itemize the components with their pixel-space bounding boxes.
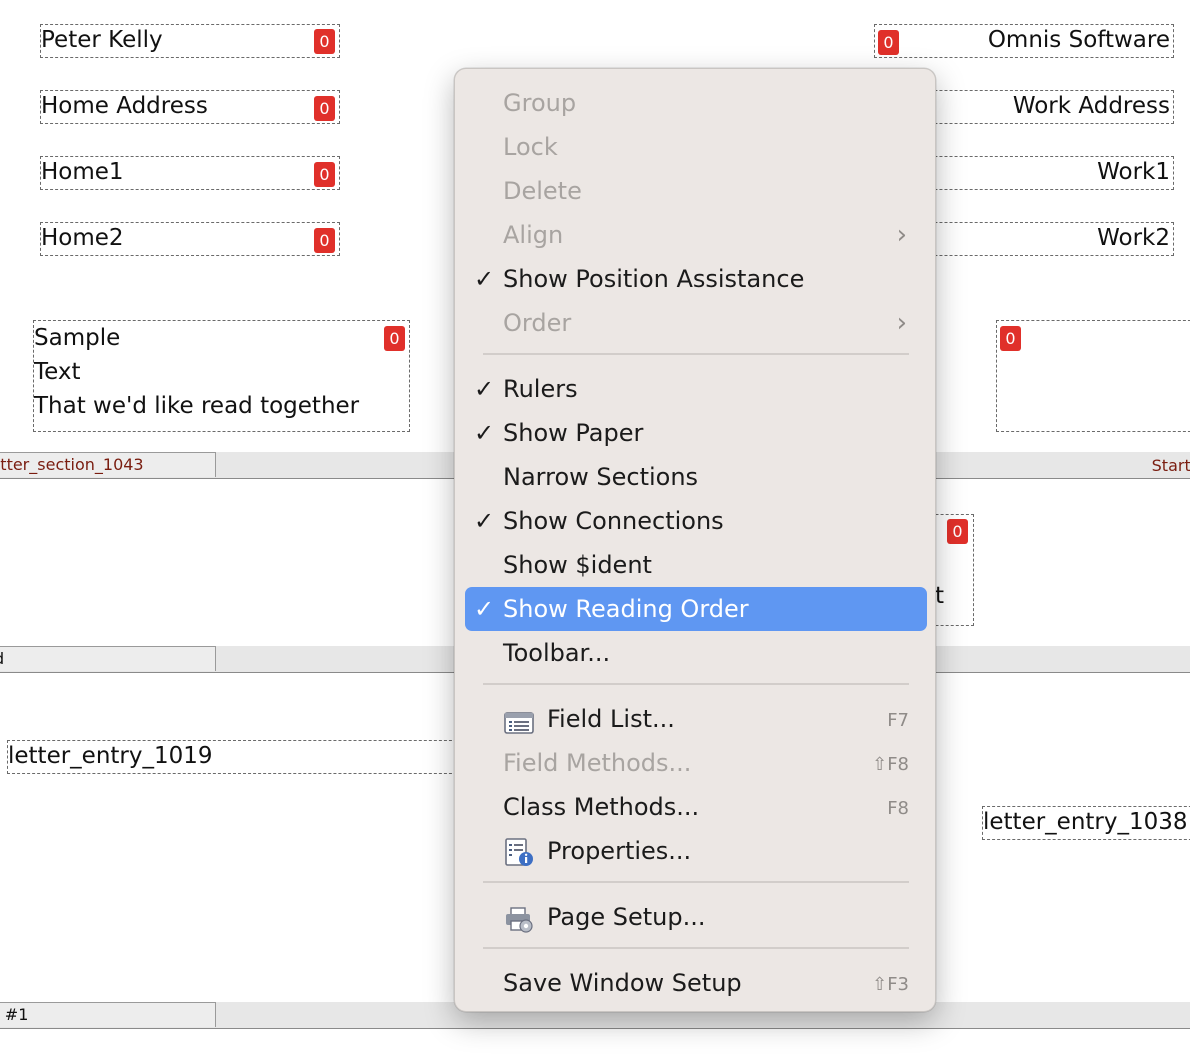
menu-item-label: Field List... [547, 705, 675, 733]
reading-order-badge: 0 [878, 30, 899, 55]
menu-item-label: Delete [503, 177, 582, 205]
menu-item-delete[interactable]: Delete [465, 169, 927, 213]
sample-line: Text [34, 359, 81, 385]
section-label: d [0, 649, 4, 668]
sample-line: Sample [34, 325, 121, 351]
menu-item-shortcut: F7 [887, 710, 909, 731]
menu-item-show-reading-order[interactable]: ✓ Show Reading Order [465, 587, 927, 631]
field-home-address[interactable]: Home Address 0 [40, 90, 340, 124]
reading-order-badge: 0 [384, 326, 405, 351]
reading-order-badge: 0 [314, 162, 335, 187]
menu-item-field-methods[interactable]: Field Methods... ⇧F8 [465, 741, 927, 785]
field-company-text: Omnis Software [987, 27, 1170, 53]
menu-item-toolbar[interactable]: Toolbar... [465, 631, 927, 675]
field-list-icon [503, 706, 535, 734]
menu-item-show-position-assistance[interactable]: ✓ Show Position Assistance [465, 257, 927, 301]
field-home2-text: Home2 [41, 225, 124, 251]
section-label: Totals #1 [0, 1005, 29, 1024]
field-letter-entry-1038[interactable]: letter_entry_1038 [982, 806, 1190, 840]
menu-item-label: Show Connections [503, 507, 724, 535]
menu-item-shortcut: F8 [887, 798, 909, 819]
menu-separator [483, 683, 909, 685]
menu-item-label: Show Paper [503, 419, 644, 447]
field-name[interactable]: Peter Kelly 0 [40, 24, 340, 58]
section-tab[interactable]: d [0, 646, 216, 671]
chevron-right-icon: › [896, 308, 907, 338]
menu-item-order[interactable]: Order › [465, 301, 927, 345]
menu-item-properties[interactable]: Properties... [465, 829, 927, 873]
menu-item-show-connections[interactable]: ✓ Show Connections [465, 499, 927, 543]
menu-item-label: Lock [503, 133, 558, 161]
menu-item-page-setup[interactable]: Page Setup... [465, 895, 927, 939]
menu-separator [483, 947, 909, 949]
menu-item-label: Show Position Assistance [503, 265, 805, 293]
menu-item-show-paper[interactable]: ✓ Show Paper [465, 411, 927, 455]
checkmark-icon: ✓ [473, 265, 495, 293]
menu-item-label: Toolbar... [503, 639, 611, 667]
sample-text-lines: Sample Text That we'd like read together [34, 321, 359, 423]
menu-separator [483, 881, 909, 883]
reading-order-badge: 0 [314, 29, 335, 54]
field-work2-text: Work2 [1097, 225, 1170, 251]
menu-item-shortcut: ⇧F3 [872, 974, 909, 995]
menu-item-shortcut: ⇧F8 [872, 754, 909, 775]
checkmark-icon: ✓ [473, 507, 495, 535]
reading-order-badge: 0 [314, 96, 335, 121]
menu-separator [483, 353, 909, 355]
field-letter-entry-1019[interactable]: letter_entry_1019 [7, 740, 467, 774]
field-work1-text: Work1 [1097, 159, 1170, 185]
menu-item-label: Narrow Sections [503, 463, 699, 491]
field-partial-text: t [935, 583, 945, 609]
field-home2[interactable]: Home2 0 [40, 222, 340, 256]
section-label: letter_section_1043 [0, 455, 144, 474]
chevron-right-icon: › [896, 220, 907, 250]
menu-item-show-ident[interactable]: Show $ident [465, 543, 927, 587]
context-menu: Group Lock Delete Align › ✓ Show Positio… [454, 68, 936, 1012]
field-name-text: Peter Kelly [41, 27, 163, 53]
printer-icon [503, 904, 535, 933]
sample-line: That we'd like read together [34, 393, 360, 419]
menu-item-label: Rulers [503, 375, 578, 403]
menu-item-label: Show $ident [503, 551, 652, 579]
field-sample-text[interactable]: Sample Text That we'd like read together… [33, 320, 410, 432]
menu-item-group[interactable]: Group [465, 81, 927, 125]
field-empty-right[interactable]: 0 [996, 320, 1190, 432]
reading-order-badge: 0 [947, 519, 968, 544]
menu-item-label: Group [503, 89, 577, 117]
field-home1-text: Home1 [41, 159, 124, 185]
field-home-address-text: Home Address [41, 93, 208, 119]
menu-item-label: Class Methods... [503, 793, 700, 821]
menu-item-label: Order [503, 309, 572, 337]
menu-item-label: Properties... [547, 837, 692, 865]
menu-item-save-window-setup[interactable]: Save Window Setup ⇧F3 [465, 961, 927, 1005]
section-right-label: Start 4 [1151, 456, 1190, 475]
field-letter-entry-1038-text: letter_entry_1038 [983, 809, 1188, 835]
menu-item-class-methods[interactable]: Class Methods... F8 [465, 785, 927, 829]
menu-item-narrow-sections[interactable]: Narrow Sections [465, 455, 927, 499]
menu-item-lock[interactable]: Lock [465, 125, 927, 169]
field-letter-entry-1019-text: letter_entry_1019 [8, 743, 213, 769]
section-tab[interactable]: Totals #1 [0, 1002, 216, 1027]
field-work-address-text: Work Address [1012, 93, 1170, 119]
menu-item-label: Align [503, 221, 564, 249]
menu-item-field-list[interactable]: Field List... F7 [465, 697, 927, 741]
menu-item-label: Page Setup... [547, 903, 706, 931]
menu-item-label: Show Reading Order [503, 595, 749, 623]
menu-item-align[interactable]: Align › [465, 213, 927, 257]
menu-item-label: Save Window Setup [503, 969, 742, 997]
checkmark-icon: ✓ [473, 419, 495, 447]
menu-item-label: Field Methods... [503, 749, 692, 777]
reading-order-badge: 0 [314, 228, 335, 253]
checkmark-icon: ✓ [473, 375, 495, 403]
menu-item-rulers[interactable]: ✓ Rulers [465, 367, 927, 411]
checkmark-icon: ✓ [473, 595, 495, 623]
field-company[interactable]: Omnis Software 0 [874, 24, 1174, 58]
field-home1[interactable]: Home1 0 [40, 156, 340, 190]
section-tab[interactable]: letter_section_1043 [0, 452, 216, 477]
reading-order-badge: 0 [1000, 326, 1021, 351]
properties-icon [503, 838, 535, 866]
